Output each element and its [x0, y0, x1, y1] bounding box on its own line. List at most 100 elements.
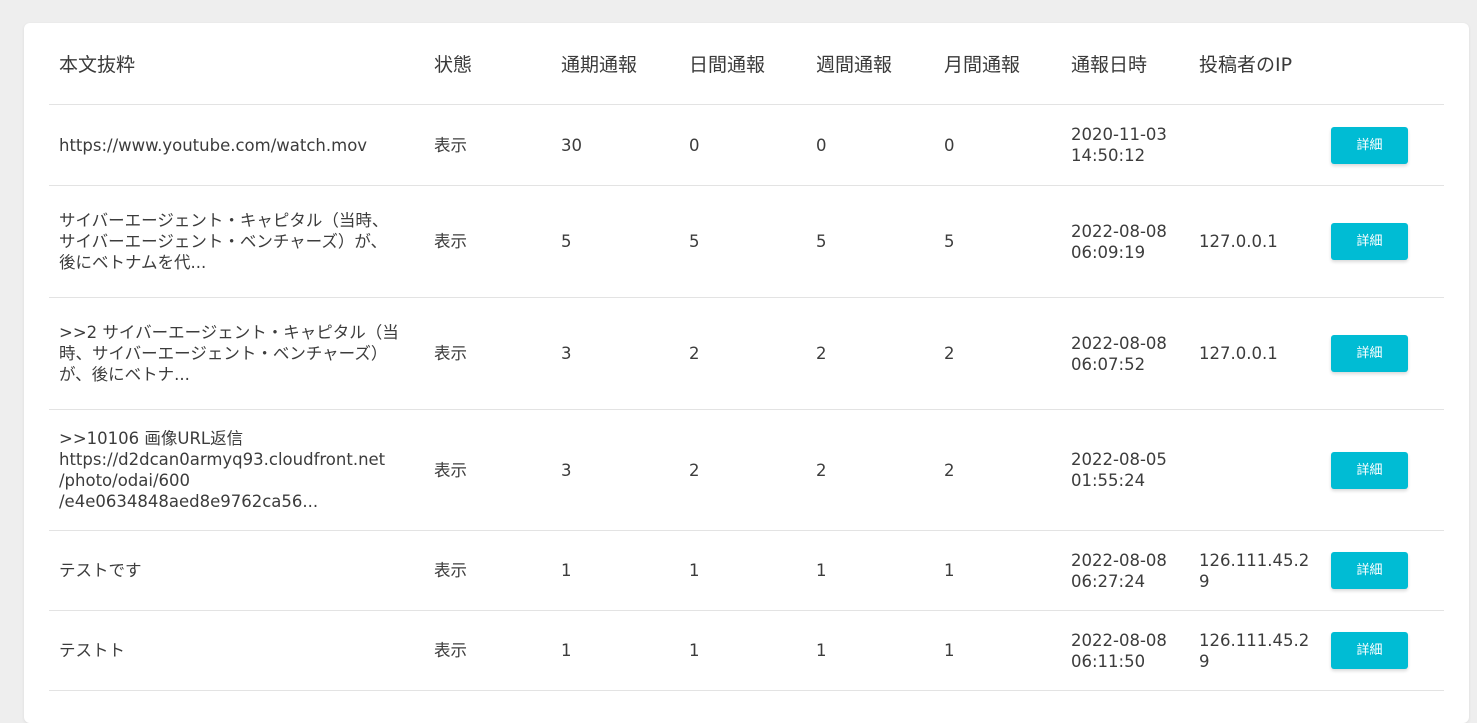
actions-cell: 詳細: [1317, 104, 1444, 186]
weekly-reports-cell: 1: [806, 610, 934, 691]
total-reports-cell: 30: [551, 104, 679, 186]
poster-ip-cell: 127.0.0.1: [1189, 185, 1317, 298]
excerpt-cell: https://www.youtube.com/watch.mov: [49, 104, 424, 186]
table-row: テストト 表示 1 1 1 1 2022-08-08 06:11:50 126.…: [49, 610, 1444, 691]
status-cell: 表示: [424, 104, 551, 186]
report-time: 06:11:50: [1071, 651, 1146, 671]
report-date: 2022-08-08: [1071, 221, 1167, 241]
detail-button[interactable]: 詳細: [1331, 126, 1408, 164]
detail-button[interactable]: 詳細: [1331, 552, 1408, 589]
header-weekly-reports: 週間通報: [806, 23, 934, 105]
total-reports-cell: 1: [551, 610, 679, 691]
excerpt-line: 時、サイバーエージェント・ベンチャーズ）: [59, 344, 388, 363]
table-row: >>10106 画像URL返信 https://d2dcan0armyq93.c…: [49, 409, 1444, 531]
actions-cell: 詳細: [1317, 409, 1444, 531]
report-datetime-cell: 2022-08-05 01:55:24: [1061, 409, 1189, 531]
reports-card: 本文抜粋 状態 通期通報 日間通報 週間通報 月間通報 通報日時 投稿者のIP …: [24, 23, 1469, 723]
excerpt-cell: テストです: [49, 530, 424, 611]
report-date: 2022-08-08: [1071, 550, 1167, 570]
poster-ip-cell: 127.0.0.1: [1189, 297, 1317, 410]
excerpt-line: https://d2dcan0armyq93.cloudfront.net: [59, 450, 386, 469]
total-reports-cell: 3: [551, 297, 679, 410]
excerpt-line: サイバーエージェント・ベンチャーズ）が、: [59, 232, 388, 251]
weekly-reports-cell: 2: [806, 297, 934, 410]
status-cell: 表示: [424, 297, 551, 410]
table-row: >>2 サイバーエージェント・キャピタル（当 時、サイバーエージェント・ベンチャ…: [49, 297, 1444, 410]
detail-button[interactable]: 詳細: [1331, 223, 1408, 260]
report-date: 2022-08-08: [1071, 630, 1167, 650]
table-row: テストです 表示 1 1 1 1 2022-08-08 06:27:24 126…: [49, 530, 1444, 611]
total-reports-cell: 3: [551, 409, 679, 531]
excerpt-line: >>10106 画像URL返信: [59, 429, 244, 448]
excerpt-cell: >>10106 画像URL返信 https://d2dcan0armyq93.c…: [49, 409, 424, 531]
excerpt-line: サイバーエージェント・キャピタル（当時、: [59, 211, 389, 230]
excerpt-line: /photo/odai/600: [59, 471, 191, 490]
detail-button[interactable]: 詳細: [1331, 335, 1408, 372]
daily-reports-cell: 5: [679, 185, 806, 298]
total-reports-cell: 5: [551, 185, 679, 298]
excerpt-cell: サイバーエージェント・キャピタル（当時、 サイバーエージェント・ベンチャーズ）が…: [49, 185, 424, 298]
actions-cell: 詳細: [1317, 185, 1444, 298]
detail-button[interactable]: 詳細: [1331, 451, 1408, 489]
daily-reports-cell: 0: [679, 104, 806, 186]
report-datetime-cell: 2022-08-08 06:11:50: [1061, 610, 1189, 691]
daily-reports-cell: 1: [679, 610, 806, 691]
excerpt-line: >>2 サイバーエージェント・キャピタル（当: [59, 323, 399, 342]
monthly-reports-cell: 1: [934, 530, 1061, 611]
excerpt-line: テストト: [59, 641, 125, 660]
monthly-reports-cell: 0: [934, 104, 1061, 186]
monthly-reports-cell: 2: [934, 297, 1061, 410]
report-time: 01:55:24: [1071, 471, 1146, 490]
table-row: サイバーエージェント・キャピタル（当時、 サイバーエージェント・ベンチャーズ）が…: [49, 185, 1444, 298]
monthly-reports-cell: 1: [934, 610, 1061, 691]
actions-cell: 詳細: [1317, 530, 1444, 611]
report-date: 2020-11-03: [1071, 125, 1167, 144]
total-reports-cell: 1: [551, 530, 679, 611]
excerpt-cell: テストト: [49, 610, 424, 691]
header-excerpt: 本文抜粋: [49, 23, 424, 105]
weekly-reports-cell: 5: [806, 185, 934, 298]
poster-ip-cell: [1189, 409, 1317, 531]
actions-cell: 詳細: [1317, 297, 1444, 410]
excerpt-line: が、後にベトナ...: [59, 365, 190, 384]
excerpt-line: テストです: [59, 561, 142, 580]
actions-cell: 詳細: [1317, 610, 1444, 691]
daily-reports-cell: 2: [679, 297, 806, 410]
report-time: 06:07:52: [1071, 354, 1146, 374]
status-cell: 表示: [424, 409, 551, 531]
detail-button[interactable]: 詳細: [1331, 632, 1408, 669]
table-row: https://www.youtube.com/watch.mov 表示 30 …: [49, 104, 1444, 186]
header-monthly-reports: 月間通報: [934, 23, 1061, 105]
header-total-reports: 通期通報: [551, 23, 679, 105]
report-datetime-cell: 2022-08-08 06:09:19: [1061, 185, 1189, 298]
report-datetime-cell: 2022-08-08 06:07:52: [1061, 297, 1189, 410]
excerpt-line: https://www.youtube.com/watch.mov: [59, 135, 368, 155]
reports-table: 本文抜粋 状態 通期通報 日間通報 週間通報 月間通報 通報日時 投稿者のIP …: [49, 23, 1444, 691]
header-status: 状態: [424, 23, 551, 105]
header-report-datetime: 通報日時: [1061, 23, 1189, 105]
excerpt-line: /e4e0634848aed8e9762ca56...: [59, 492, 319, 511]
report-time: 14:50:12: [1071, 146, 1146, 165]
report-time: 06:09:19: [1071, 242, 1146, 262]
report-date: 2022-08-05: [1071, 450, 1167, 469]
header-poster-ip: 投稿者のIP: [1189, 23, 1317, 105]
poster-ip-cell: 126.111.45.29: [1189, 610, 1317, 691]
report-datetime-cell: 2020-11-03 14:50:12: [1061, 104, 1189, 186]
excerpt-cell: >>2 サイバーエージェント・キャピタル（当 時、サイバーエージェント・ベンチャ…: [49, 297, 424, 410]
poster-ip-cell: [1189, 104, 1317, 186]
monthly-reports-cell: 5: [934, 185, 1061, 298]
header-actions: [1317, 23, 1444, 105]
monthly-reports-cell: 2: [934, 409, 1061, 531]
table-header-row: 本文抜粋 状態 通期通報 日間通報 週間通報 月間通報 通報日時 投稿者のIP: [49, 23, 1444, 105]
report-date: 2022-08-08: [1071, 333, 1167, 353]
status-cell: 表示: [424, 185, 551, 298]
excerpt-line: 後にベトナムを代...: [59, 253, 207, 272]
status-cell: 表示: [424, 530, 551, 611]
report-datetime-cell: 2022-08-08 06:27:24: [1061, 530, 1189, 611]
header-daily-reports: 日間通報: [679, 23, 806, 105]
weekly-reports-cell: 1: [806, 530, 934, 611]
weekly-reports-cell: 0: [806, 104, 934, 186]
daily-reports-cell: 1: [679, 530, 806, 611]
report-time: 06:27:24: [1071, 571, 1146, 591]
weekly-reports-cell: 2: [806, 409, 934, 531]
